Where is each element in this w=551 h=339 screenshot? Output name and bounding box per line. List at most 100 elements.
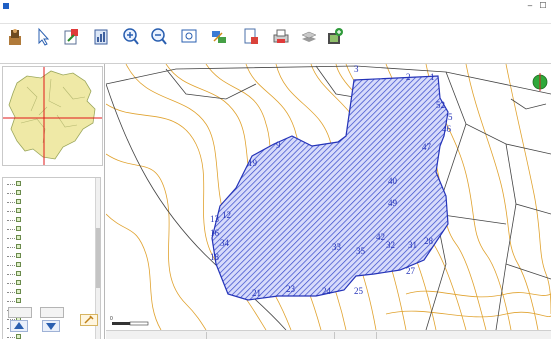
- layer-checkbox[interactable]: [16, 298, 21, 303]
- point-label: 9: [276, 140, 281, 150]
- arrow-up-icon: [14, 322, 24, 329]
- point-label: 25: [354, 286, 364, 296]
- zoom-out-button[interactable]: [146, 27, 172, 61]
- map-canvas[interactable]: 3 2 1 52 5 46 47 9 19 13 12 16 18 34 35 33 32 31 28 49 40 42 2…: [106, 64, 551, 330]
- layer-item[interactable]: [7, 271, 92, 278]
- zoom-in-button[interactable]: [118, 27, 144, 61]
- panel-tool-button[interactable]: [80, 314, 98, 326]
- layer-checkbox[interactable]: [16, 289, 21, 294]
- save-icon: [9, 29, 21, 45]
- layer-checkbox[interactable]: [16, 181, 21, 186]
- add-layer-icon: [328, 28, 343, 44]
- layers-icon: [301, 31, 317, 42]
- point-label: 33: [332, 242, 342, 252]
- point-label: 35: [356, 246, 366, 256]
- export-button[interactable]: [58, 27, 84, 61]
- report-button[interactable]: [88, 27, 114, 61]
- layer-item[interactable]: [7, 235, 92, 242]
- document-icon: [244, 28, 258, 44]
- layer-checkbox[interactable]: [16, 262, 21, 267]
- print-icon: [273, 29, 289, 43]
- status-bar: [106, 330, 551, 339]
- layer-checkbox[interactable]: [16, 208, 21, 213]
- layer-item[interactable]: [7, 253, 92, 260]
- transfer-button[interactable]: [206, 27, 232, 61]
- pointer-icon: [38, 27, 50, 46]
- panel-up-button[interactable]: [10, 320, 28, 332]
- layer-checkbox[interactable]: [16, 199, 21, 204]
- point-label: 47: [422, 142, 432, 152]
- layer-checkbox[interactable]: [16, 280, 21, 285]
- layer-checkbox[interactable]: [16, 217, 21, 222]
- full-extent-icon: [181, 29, 197, 43]
- minimize-button[interactable]: –: [524, 1, 536, 11]
- toolbar: [0, 24, 551, 64]
- point-label: 2: [406, 72, 411, 82]
- point-label: 19: [248, 158, 258, 168]
- print-button[interactable]: [268, 27, 294, 61]
- point-label: 40: [388, 176, 398, 186]
- maximize-button[interactable]: ☐: [537, 1, 549, 11]
- point-label: 46: [442, 124, 452, 134]
- scrollbar-thumb[interactable]: [96, 228, 100, 288]
- document-button[interactable]: [238, 27, 264, 61]
- full-extent-button[interactable]: [176, 27, 202, 61]
- layer-item[interactable]: [7, 289, 92, 296]
- save-button[interactable]: [2, 27, 28, 61]
- layer-item[interactable]: [7, 226, 92, 233]
- layer-item[interactable]: [7, 208, 92, 215]
- layer-item[interactable]: [7, 298, 92, 305]
- layer-checkbox[interactable]: [16, 190, 21, 195]
- point-label: 13: [210, 214, 220, 224]
- overview-map[interactable]: [2, 66, 103, 166]
- layer-item[interactable]: [7, 334, 92, 339]
- layer-item[interactable]: [7, 244, 92, 251]
- layer-checkbox[interactable]: [16, 235, 21, 240]
- panel-down-button[interactable]: [42, 320, 60, 332]
- point-label: 3: [354, 64, 359, 74]
- map-graphic: 32 1525464791913 121618343533 32 31 284940422…: [106, 64, 551, 330]
- layers-button[interactable]: [296, 27, 322, 61]
- point-label: 32: [386, 240, 395, 250]
- report-icon: [94, 29, 108, 45]
- scale-label-left: 0: [110, 316, 113, 322]
- zoom-in-icon: [123, 28, 139, 45]
- menu-bar: [0, 13, 551, 24]
- add-layer-button[interactable]: [322, 27, 348, 61]
- export-icon: [64, 29, 78, 45]
- point-label: 31: [408, 240, 417, 250]
- transfer-icon: [212, 31, 226, 43]
- layer-checkbox[interactable]: [16, 271, 21, 276]
- point-label: 49: [388, 198, 398, 208]
- point-label: 12: [222, 210, 231, 220]
- point-label: 21: [252, 288, 261, 298]
- north-marker: [532, 73, 548, 91]
- layer-item[interactable]: [7, 190, 92, 197]
- layer-item[interactable]: [7, 217, 92, 224]
- point-label: 5: [448, 112, 453, 122]
- point-label: 24: [322, 286, 332, 296]
- point-label: 23: [286, 284, 296, 294]
- layer-item[interactable]: [7, 181, 92, 188]
- layer-item[interactable]: [7, 262, 92, 269]
- panel-button-2[interactable]: [40, 307, 64, 318]
- scale-bar: 0: [110, 316, 149, 326]
- layer-item[interactable]: [7, 199, 92, 206]
- layer-checkbox[interactable]: [16, 226, 21, 231]
- arrow-down-icon: [46, 323, 56, 330]
- title-bar: – ☐: [0, 0, 551, 13]
- panel-button-1[interactable]: [8, 307, 32, 318]
- layer-checkbox[interactable]: [16, 244, 21, 249]
- point-label: 42: [376, 232, 385, 242]
- overview-map-graphic: [3, 67, 102, 165]
- point-label: 34: [220, 238, 230, 248]
- point-label: 28: [424, 236, 434, 246]
- app-icon: [3, 3, 9, 9]
- point-label: 18: [210, 252, 220, 262]
- layer-item[interactable]: [7, 280, 92, 287]
- wrench-icon: [84, 315, 94, 324]
- select-button[interactable]: [30, 27, 56, 61]
- layer-checkbox[interactable]: [16, 334, 21, 339]
- layer-checkbox[interactable]: [16, 253, 21, 258]
- left-panel: [0, 64, 105, 339]
